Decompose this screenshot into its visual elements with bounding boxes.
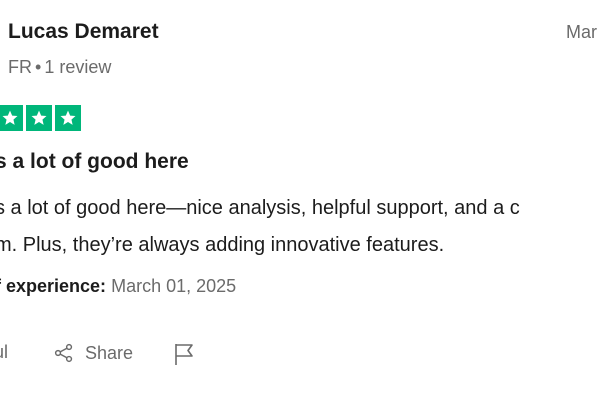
review-body-line: m. Plus, they’re always adding innovativ…: [0, 234, 445, 256]
reviewer-country: FR: [8, 57, 32, 77]
review-card: Lucas Demaret Mar FR • 1 review s a lot of…: [0, 0, 600, 400]
useful-label: ful: [0, 342, 9, 362]
review-body-line: s a lot of good here—nice analysis, help…: [0, 197, 520, 219]
reviewer-review-count: 1 review: [44, 57, 112, 77]
experience-date: March 01, 2025: [111, 276, 237, 296]
flag-button[interactable]: [173, 342, 195, 366]
star-icon: [55, 105, 81, 131]
date-of-experience: f experience: March 01, 2025: [0, 276, 236, 297]
star-rating: [0, 105, 81, 131]
meta-separator: •: [35, 57, 42, 77]
star-icon: [0, 105, 23, 131]
review-body: s a lot of good here—nice analysis, help…: [0, 190, 600, 264]
share-button[interactable]: Share: [53, 342, 133, 364]
review-date: Mar: [566, 22, 597, 42]
review-actions: ful Share: [0, 342, 600, 372]
reviewer-meta: FR • 1 review: [8, 57, 111, 78]
experience-label: f experience:: [0, 276, 107, 296]
reviewer-name[interactable]: Lucas Demaret: [8, 20, 159, 44]
flag-icon: [173, 342, 195, 366]
share-label: Share: [85, 342, 134, 363]
star-icon: [26, 105, 52, 131]
share-icon: [53, 342, 85, 364]
useful-button[interactable]: ful: [0, 342, 8, 363]
review-title: s a lot of good here: [0, 150, 189, 173]
